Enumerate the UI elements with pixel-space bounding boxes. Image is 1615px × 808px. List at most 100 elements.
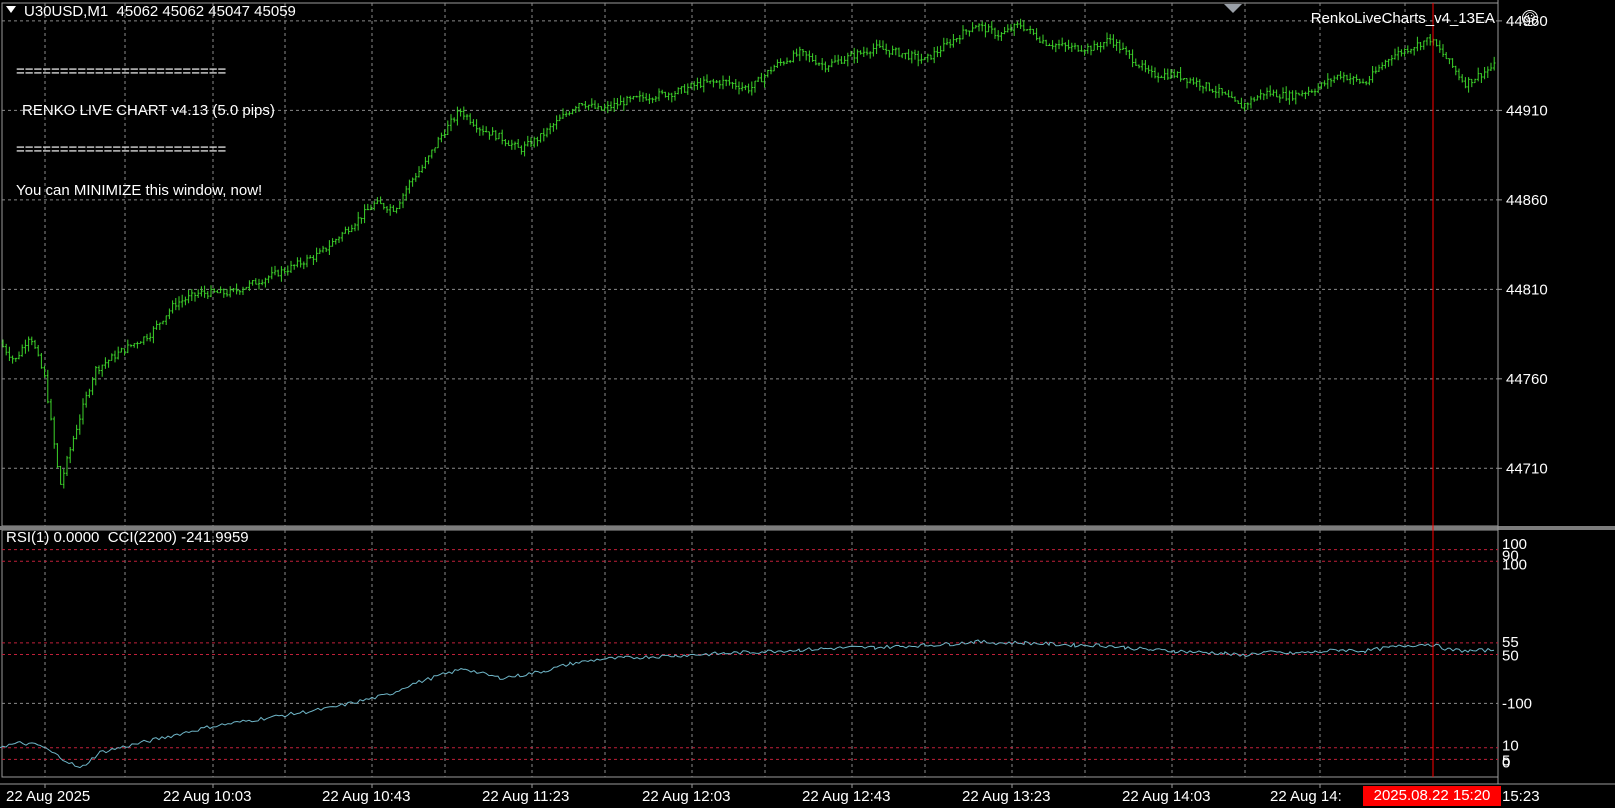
ohlc-bar — [296, 257, 299, 268]
ohlc-bar — [1374, 66, 1378, 74]
ohlc-bar — [1310, 89, 1314, 93]
ohlc-bar — [1390, 54, 1394, 66]
ohlc-bar — [324, 247, 328, 253]
ohlc-bar — [747, 83, 750, 94]
ohlc-bar — [1179, 67, 1182, 82]
ohlc-bar — [1204, 81, 1208, 92]
ohlc-bar — [1147, 65, 1150, 74]
ohlc-bar — [705, 74, 709, 83]
ohlc-bar — [1355, 74, 1358, 82]
ohlc-bar — [337, 236, 341, 243]
ohlc-bar — [436, 136, 440, 149]
ohlc-bar — [382, 202, 386, 210]
ohlc-bar — [478, 127, 482, 136]
ohlc-bar — [1326, 73, 1330, 89]
ohlc-bar — [984, 22, 987, 38]
indicator-axis-label: 50 — [1502, 648, 1519, 665]
ohlc-bar — [1160, 75, 1163, 78]
ohlc-bar — [654, 96, 658, 102]
ohlc-bar — [1128, 50, 1131, 59]
triangle-down-icon[interactable] — [6, 6, 16, 13]
ohlc-bar — [638, 90, 642, 102]
ohlc-bar — [1195, 77, 1198, 88]
ohlc-bar — [660, 89, 664, 95]
ohlc-bar — [180, 294, 184, 308]
time-axis-label: 22 Aug 11:23 — [482, 788, 569, 805]
ohlc-bar — [56, 443, 59, 468]
ohlc-bar — [1096, 42, 1099, 51]
ohlc-bar — [516, 138, 520, 148]
price-axis-label: 44910 — [1506, 102, 1548, 119]
ohlc-bar — [1073, 42, 1077, 50]
ohlc-bar — [75, 424, 78, 440]
ohlc-bar — [641, 92, 645, 103]
ohlc-bar — [113, 350, 117, 363]
ohlc-bar — [798, 46, 802, 62]
ohlc-bar — [1172, 69, 1176, 79]
shift-marker-icon[interactable] — [1224, 4, 1242, 13]
ohlc-bar — [1380, 62, 1384, 71]
ohlc-bar — [1464, 77, 1467, 89]
ohlc-bar — [724, 79, 728, 87]
ohlc-bar — [273, 265, 277, 276]
ohlc-bar — [315, 247, 318, 263]
ohlc-bar — [59, 465, 62, 485]
ohlc-bar — [155, 320, 158, 330]
ohlc-bar — [1198, 79, 1202, 91]
ohlc-bar — [1259, 89, 1262, 100]
ohlc-bar — [974, 24, 978, 29]
ohlc-bar — [344, 226, 347, 234]
ohlc-bar — [568, 111, 571, 116]
ohlc-bar — [824, 61, 827, 73]
ohlc-bar — [1332, 75, 1336, 83]
ohlc-bar — [945, 38, 949, 46]
ohlc-bar — [907, 49, 910, 61]
ohlc-bar — [484, 126, 488, 133]
ohlc-bar — [1108, 34, 1112, 45]
ohlc-bar — [612, 97, 616, 112]
ohlc-bar — [116, 346, 120, 360]
ohlc-bar — [830, 58, 834, 68]
ohlc-bar — [203, 285, 206, 298]
ohlc-bar — [772, 64, 776, 72]
ohlc-bar — [1118, 39, 1122, 54]
ohlc-bar — [737, 81, 741, 95]
ohlc-bar — [740, 82, 744, 92]
ohlc-bar — [1166, 68, 1170, 80]
ohlc-bar — [1288, 90, 1291, 105]
ohlc-bar — [1412, 47, 1416, 56]
ohlc-bar — [548, 123, 552, 135]
ohlc-bar — [596, 103, 600, 110]
ohlc-bar — [1236, 100, 1240, 105]
frown-face-icon[interactable]: ☹ — [1522, 10, 1538, 26]
ohlc-bar — [8, 346, 11, 361]
ohlc-bar — [78, 414, 82, 435]
ohlc-bar — [1400, 49, 1403, 57]
ohlc-bar — [430, 149, 434, 159]
ohlc-bar — [1256, 95, 1259, 101]
ohlc-bar — [1451, 58, 1454, 68]
ohlc-bar — [171, 300, 174, 314]
ohlc-bar — [520, 145, 523, 155]
price-axis-label: 44810 — [1506, 281, 1548, 298]
ohlc-bar — [1454, 65, 1458, 76]
ohlc-bar — [545, 127, 549, 138]
ohlc-bar — [68, 446, 72, 464]
ohlc-bar — [1387, 58, 1390, 67]
ohlc-bar — [1480, 73, 1483, 84]
ohlc-bar — [129, 344, 133, 348]
ohlc-bar — [539, 132, 542, 143]
ohlc-bar — [1476, 67, 1480, 82]
ohlc-bar — [932, 47, 936, 64]
ohlc-bar — [673, 90, 677, 101]
ohlc-bar — [859, 50, 862, 55]
ohlc-bar — [804, 51, 808, 61]
price-axis-label: 44760 — [1506, 371, 1548, 388]
ohlc-bar — [1112, 34, 1115, 48]
ohlc-bar — [683, 84, 686, 93]
ohlc-bar — [308, 255, 312, 259]
ohlc-bar — [776, 59, 779, 68]
ohlc-bar — [488, 131, 491, 140]
ohlc-bar — [1460, 74, 1464, 83]
ohlc-bar — [584, 101, 587, 109]
